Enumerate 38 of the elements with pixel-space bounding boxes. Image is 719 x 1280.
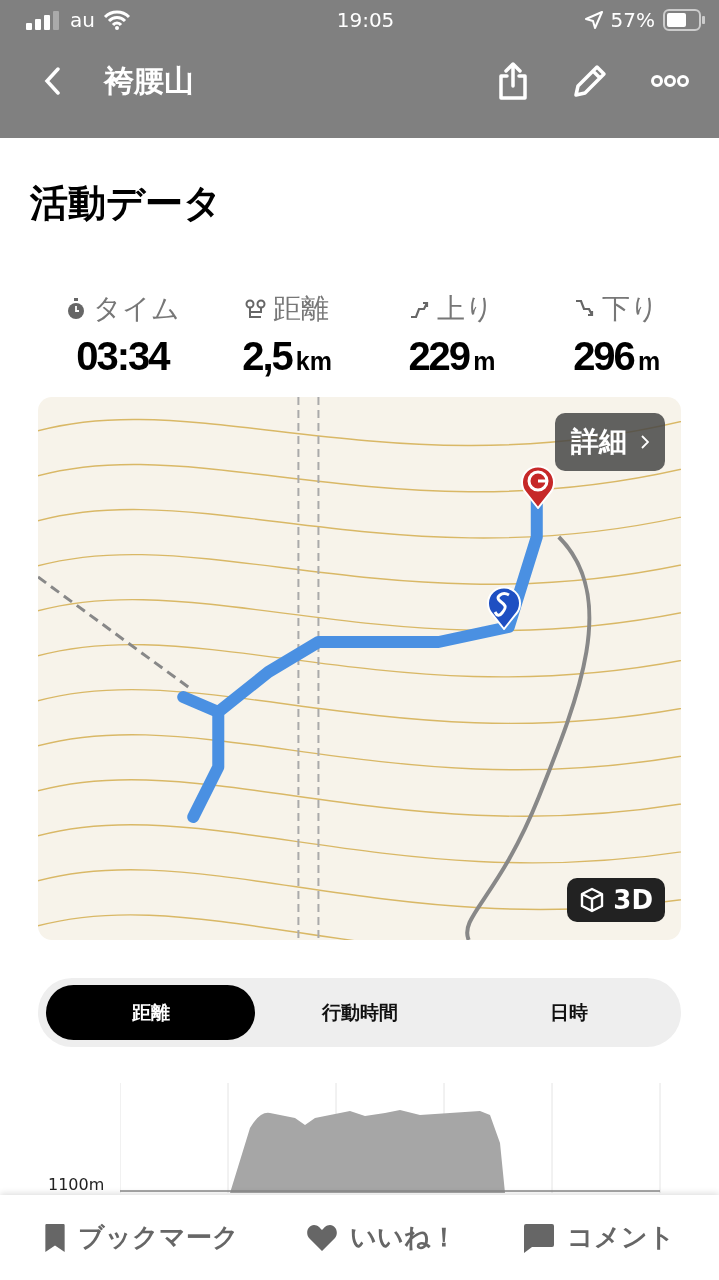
- back-button[interactable]: [44, 67, 60, 95]
- bookmark-icon: [44, 1222, 66, 1253]
- bookmark-button[interactable]: ブックマーク: [40, 1216, 243, 1259]
- more-button[interactable]: [651, 75, 689, 87]
- cube-icon: [579, 887, 606, 913]
- stat-value: 03:34: [76, 334, 169, 379]
- detail-button[interactable]: 詳細: [555, 413, 665, 471]
- start-marker-icon: [486, 584, 522, 630]
- like-button[interactable]: いいね！: [301, 1216, 461, 1259]
- wifi-icon: [102, 10, 131, 30]
- stat-value: 296m: [573, 334, 661, 379]
- axis-label: 1100m: [48, 1175, 105, 1194]
- segment-tab[interactable]: 距離: [46, 985, 255, 1040]
- stat-label: タイム: [92, 291, 180, 327]
- carrier-name: au: [70, 8, 95, 32]
- share-button[interactable]: [497, 62, 529, 100]
- chevron-right-icon: [641, 435, 649, 449]
- stat-label: 上り: [437, 291, 495, 327]
- page-title: 袴腰山: [104, 61, 195, 100]
- battery-percent: 57%: [610, 8, 655, 32]
- location-arrow-icon: [584, 11, 603, 29]
- clock-time: 19:05: [336, 8, 395, 32]
- signal-icon: [26, 10, 62, 30]
- stat-value: 2,5km: [242, 334, 332, 379]
- view-3d-button[interactable]: 3D: [567, 878, 665, 922]
- comment-icon: [523, 1222, 555, 1253]
- heart-icon: [305, 1222, 338, 1253]
- segment-tab[interactable]: 行動時間: [255, 985, 464, 1040]
- edit-button[interactable]: [573, 64, 607, 98]
- route-pins-icon: [245, 298, 268, 320]
- segment-tab[interactable]: 日時: [464, 985, 673, 1040]
- stat-label: 下り: [602, 291, 660, 327]
- section-title: 活動データ: [30, 180, 222, 227]
- comment-button[interactable]: コメント: [519, 1216, 679, 1259]
- stat-label: 距離: [273, 291, 330, 327]
- goal-marker-icon: [520, 463, 556, 509]
- battery-icon: [663, 9, 705, 31]
- stat-value: 229m: [408, 334, 496, 379]
